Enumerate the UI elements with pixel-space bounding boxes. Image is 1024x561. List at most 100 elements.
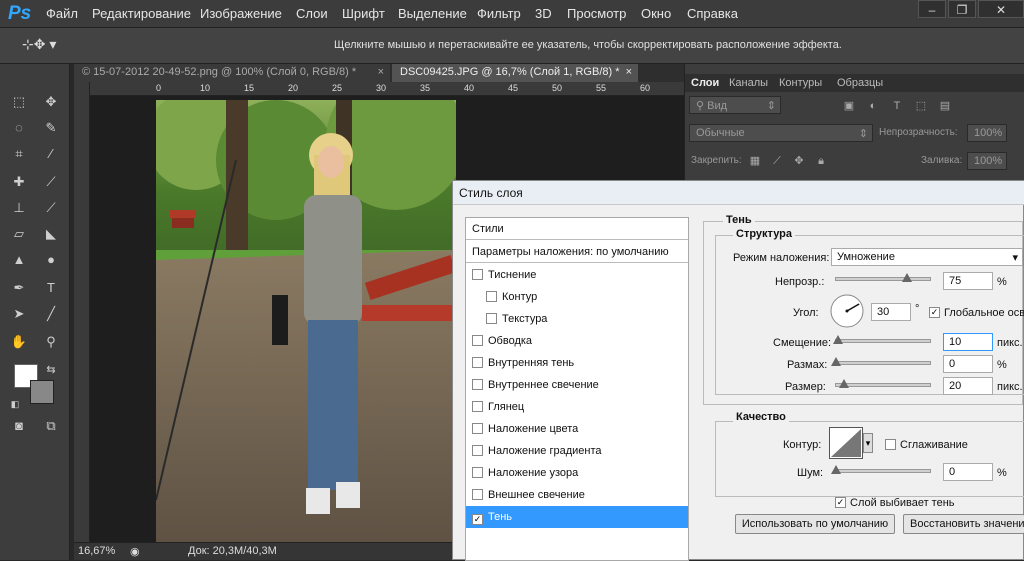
zoom-level[interactable]: 16,67% — [78, 545, 115, 557]
quick-mask-icon[interactable]: ◙ — [8, 416, 30, 436]
style-checkbox[interactable]: ✓ — [472, 514, 483, 525]
lock-pixels-icon[interactable]: ▦ — [749, 155, 761, 167]
menu-filter[interactable]: Фильтр — [477, 6, 521, 21]
sponge-icon[interactable]: ● — [40, 250, 62, 270]
menu-type[interactable]: Шрифт — [342, 6, 385, 21]
style-checkbox[interactable] — [472, 269, 483, 280]
style-checkbox[interactable] — [472, 357, 483, 368]
noise-input[interactable]: 0 — [943, 463, 993, 481]
style-item[interactable]: Контур — [466, 286, 688, 308]
menu-image[interactable]: Изображение — [200, 6, 282, 21]
status-menu-icon[interactable]: ◉ — [130, 545, 140, 558]
style-item[interactable]: Внутреннее свечение — [466, 374, 688, 396]
size-input[interactable]: 20 — [943, 377, 993, 395]
knockout-checkbox[interactable]: ✓ — [835, 497, 846, 508]
layer-filter-select[interactable]: ⚲ Вид ⇕ — [689, 96, 781, 114]
tab-swatches[interactable]: Образцы — [837, 77, 883, 89]
size-slider-thumb[interactable] — [838, 379, 849, 388]
marquee-icon[interactable]: ⬚ — [8, 92, 30, 112]
antialias-checkbox[interactable] — [885, 439, 896, 450]
tab-channels[interactable]: Каналы — [729, 77, 768, 89]
blending-options[interactable]: Параметры наложения: по умолчанию — [466, 241, 688, 263]
style-checkbox[interactable] — [472, 445, 483, 456]
noise-slider[interactable] — [831, 465, 931, 474]
history-brush-icon[interactable]: ⟋ — [40, 198, 62, 218]
smart-filter-icon[interactable]: ▤ — [939, 100, 951, 112]
menu-window[interactable]: Окно — [641, 6, 671, 21]
contour-dropdown-icon[interactable]: ▾ — [863, 433, 873, 453]
make-default-button[interactable]: Использовать по умолчанию — [735, 514, 895, 534]
style-checkbox[interactable] — [472, 467, 483, 478]
style-item[interactable]: Внешнее свечение — [466, 484, 688, 506]
style-checkbox[interactable] — [472, 489, 483, 500]
distance-slider[interactable] — [832, 335, 931, 344]
style-checkbox[interactable] — [472, 335, 483, 346]
style-checkbox[interactable] — [472, 401, 483, 412]
minimize-icon[interactable]: – — [918, 0, 946, 18]
style-item[interactable]: Внутренняя тень — [466, 352, 688, 374]
default-colors-icon[interactable]: ◧ — [4, 394, 26, 414]
menu-layers[interactable]: Слои — [296, 6, 328, 21]
menu-select[interactable]: Выделение — [398, 6, 467, 21]
shadow-blend-mode-select[interactable]: Умножение ▾ — [831, 248, 1023, 266]
style-item[interactable]: Наложение цвета — [466, 418, 688, 440]
menu-edit[interactable]: Редактирование — [92, 6, 191, 21]
style-item[interactable]: Наложение градиента — [466, 440, 688, 462]
maximize-icon[interactable]: ❐ — [948, 0, 976, 18]
reset-default-button[interactable]: Восстановить значения — [903, 514, 1024, 534]
style-checkbox[interactable] — [486, 291, 497, 302]
distance-input[interactable]: 10 — [943, 333, 993, 351]
angle-dial[interactable] — [829, 293, 865, 329]
close-icon[interactable]: × — [626, 66, 632, 78]
doc-tab-png[interactable]: © 15-07-2012 20-49-52.png @ 100% (Слой 0… — [74, 64, 390, 82]
blend-mode-select[interactable]: Обычные ⇕ — [689, 124, 873, 142]
doc-tab-jpg[interactable]: DSC09425.JPG @ 16,7% (Слой 1, RGB/8) * × — [392, 64, 638, 82]
style-checkbox[interactable] — [472, 379, 483, 390]
lock-position-icon[interactable]: ✥ — [793, 155, 805, 167]
bucket-icon[interactable]: ◣ — [40, 224, 62, 244]
opacity-field[interactable]: 100% — [967, 124, 1007, 142]
style-checkbox[interactable] — [486, 313, 497, 324]
stamp-icon[interactable]: ⊥ — [8, 198, 30, 218]
size-slider[interactable] — [835, 379, 931, 388]
tab-paths[interactable]: Контуры — [779, 77, 822, 89]
image-filter-icon[interactable]: ▣ — [843, 100, 855, 112]
menu-help[interactable]: Справка — [687, 6, 738, 21]
eraser-icon[interactable]: ▱ — [8, 224, 30, 244]
global-light-checkbox[interactable]: ✓ — [929, 307, 940, 318]
tab-layers[interactable]: Слои — [691, 77, 719, 89]
path-select-icon[interactable]: ➤ — [8, 304, 30, 324]
spread-input[interactable]: 0 — [943, 355, 993, 373]
move-icon[interactable]: ✥ — [40, 92, 62, 112]
quick-select-icon[interactable]: ✎ — [40, 118, 62, 138]
hand-icon[interactable]: ✋ — [8, 332, 30, 352]
contour-preview[interactable] — [829, 427, 863, 459]
style-item[interactable]: Текстура — [466, 308, 688, 330]
style-item[interactable]: Наложение узора — [466, 462, 688, 484]
close-icon[interactable]: × — [378, 66, 384, 78]
style-checkbox[interactable] — [472, 423, 483, 434]
brush-icon[interactable]: ⟋ — [40, 172, 62, 192]
lock-brush-icon[interactable]: ⟋ — [771, 155, 783, 167]
pen-icon[interactable]: ✒ — [8, 278, 30, 298]
swap-colors-icon[interactable]: ⇆ — [40, 360, 62, 380]
opacity-slider[interactable] — [835, 273, 931, 282]
opacity-input[interactable]: 75 — [943, 272, 993, 290]
style-item[interactable]: ✓ Тень — [466, 506, 688, 528]
lock-all-icon[interactable]: 🔒︎ — [815, 155, 827, 167]
crop-icon[interactable]: ⌗ — [8, 144, 30, 164]
zoom-icon[interactable]: ⚲ — [40, 332, 62, 352]
menu-3d[interactable]: 3D — [535, 6, 552, 21]
photo-image[interactable] — [156, 100, 456, 542]
background-color-swatch[interactable] — [30, 380, 54, 404]
healing-icon[interactable]: ✚ — [8, 172, 30, 192]
spread-slider-thumb[interactable] — [831, 357, 841, 366]
opacity-slider-thumb[interactable] — [901, 273, 912, 282]
menu-view[interactable]: Просмотр — [567, 6, 626, 21]
screen-mode-icon[interactable]: ⧉ — [40, 416, 62, 436]
close-icon[interactable]: ✕ — [978, 0, 1024, 18]
angle-input[interactable]: 30 — [871, 303, 911, 321]
noise-slider-thumb[interactable] — [831, 465, 841, 474]
fill-field[interactable]: 100% — [967, 152, 1007, 170]
eyedropper-icon[interactable]: ⁄ — [40, 144, 62, 164]
